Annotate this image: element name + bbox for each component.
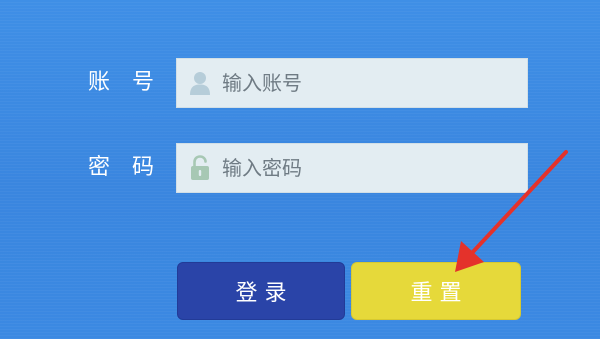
login-button[interactable]: 登 录 <box>177 262 345 320</box>
reset-button[interactable]: 重 置 <box>351 262 521 320</box>
account-label: 账 号 <box>88 70 155 95</box>
password-input[interactable] <box>222 156 512 180</box>
user-icon <box>180 59 220 107</box>
unlock-icon <box>180 144 220 192</box>
account-field[interactable] <box>176 58 528 108</box>
password-label: 密 码 <box>88 155 155 180</box>
account-input[interactable] <box>222 71 512 95</box>
password-field[interactable] <box>176 143 528 193</box>
